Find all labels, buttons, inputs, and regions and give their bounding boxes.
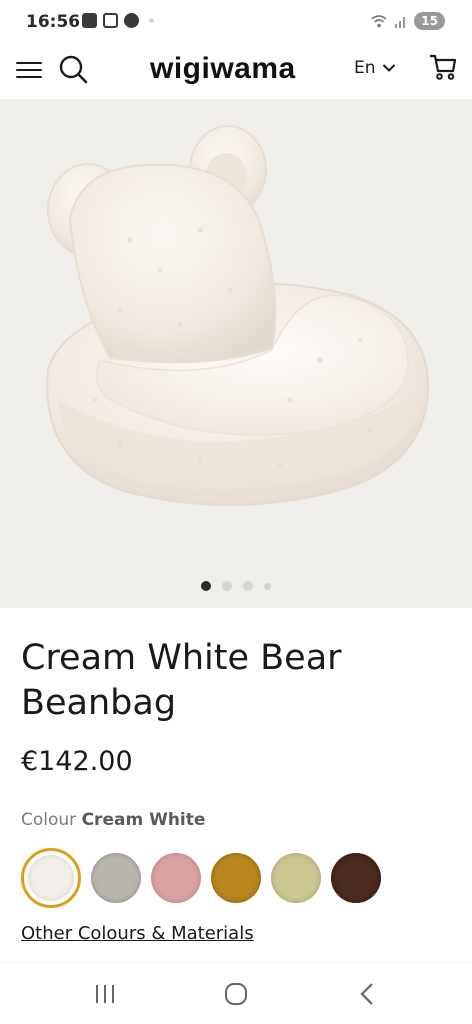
gallery-dot-3[interactable] — [243, 581, 253, 591]
chevron-down-icon — [382, 64, 395, 72]
colour-label: Colour — [21, 810, 77, 830]
swatch-grey[interactable] — [91, 853, 141, 903]
status-notification-icons — [82, 13, 154, 28]
home-icon[interactable] — [221, 981, 251, 1007]
swatch-mustard[interactable] — [211, 853, 261, 903]
system-navigation-bar — [0, 962, 472, 1024]
language-label: En — [354, 58, 376, 78]
other-colours-link[interactable]: Other Colours & Materials — [21, 923, 254, 944]
site-header: wigiwama En — [0, 44, 472, 100]
status-time: 16:56 — [26, 12, 81, 32]
swatch-pink[interactable] — [151, 853, 201, 903]
product-image-gallery[interactable] — [0, 100, 472, 608]
swatch-brown[interactable] — [331, 853, 381, 903]
product-image — [46, 125, 430, 506]
back-icon[interactable] — [353, 981, 383, 1007]
media-icon — [124, 13, 139, 28]
brand-logo[interactable]: wigiwama — [150, 52, 296, 86]
alert-icon — [82, 13, 97, 28]
swatch-olive[interactable] — [271, 853, 321, 903]
battery-indicator: 15 — [414, 12, 445, 30]
colour-swatches — [21, 848, 381, 908]
wifi-icon — [371, 15, 387, 28]
gallery-dot-2[interactable] — [222, 581, 232, 591]
menu-icon[interactable] — [16, 58, 42, 84]
cart-icon[interactable] — [428, 52, 458, 82]
gallery-pagination — [0, 581, 472, 591]
gallery-dot-4[interactable] — [264, 582, 271, 590]
colour-selection-label: Colour Cream White — [21, 810, 205, 830]
search-icon[interactable] — [58, 54, 90, 86]
swatch-cream-white[interactable] — [21, 848, 81, 908]
language-selector[interactable]: En — [354, 58, 396, 78]
recent-apps-icon[interactable] — [90, 981, 120, 1007]
signal-icon — [395, 17, 406, 28]
status-bar: 16:56 15 — [0, 0, 472, 44]
product-price: €142.00 — [21, 746, 133, 777]
notification-dot — [149, 18, 154, 23]
screenshot-icon — [103, 13, 118, 28]
product-title: Cream White Bear Beanbag — [21, 638, 342, 723]
gallery-dot-1[interactable] — [201, 581, 211, 591]
status-system-icons: 15 — [370, 12, 445, 30]
colour-value: Cream White — [81, 810, 206, 830]
